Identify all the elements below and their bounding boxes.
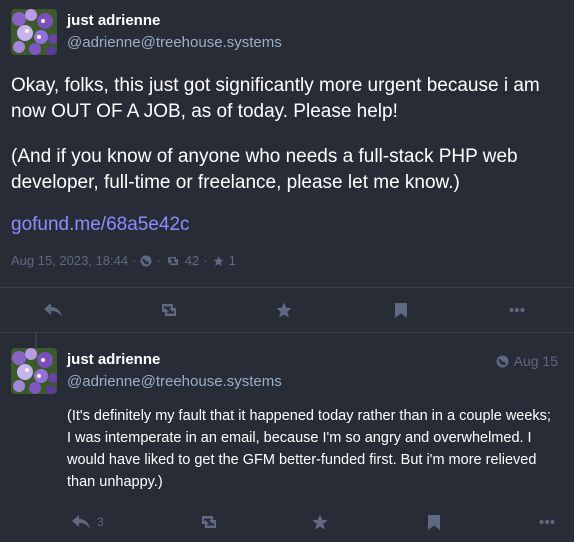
more-button[interactable] (539, 502, 555, 542)
bookmark-button[interactable] (427, 502, 441, 542)
globe-icon (140, 255, 152, 267)
boost-icon (162, 304, 176, 316)
reply-button[interactable] (43, 290, 63, 330)
thread-line (35, 333, 37, 347)
reply-icon (72, 515, 90, 529)
avatar-flowers-image (11, 9, 57, 55)
favourite-button[interactable] (311, 502, 329, 542)
timestamp[interactable]: Aug 15, 2023, 18:44 (11, 253, 128, 268)
divider (0, 287, 574, 288)
reply-icon (44, 303, 62, 317)
boost-button[interactable] (198, 502, 220, 542)
boost-button[interactable] (158, 290, 180, 330)
favourite-count[interactable]: 1 (229, 253, 236, 268)
status-meta: Aug 15, 2023, 18:44 · · 42 · 1 (11, 253, 236, 268)
main-action-bar (0, 290, 574, 330)
avatar[interactable] (11, 9, 57, 55)
separator: · (203, 253, 208, 268)
reply-action-bar: 3 (0, 502, 574, 542)
star-icon (276, 302, 292, 318)
divider (0, 332, 574, 333)
reply-count: 3 (97, 515, 104, 529)
account-handle[interactable]: @adrienne@treehouse.systems (67, 34, 282, 51)
separator: · (132, 253, 137, 268)
boost-count[interactable]: 42 (185, 253, 199, 268)
main-status: just adrienne @adrienne@treehouse.system… (0, 0, 574, 332)
boost-icon (165, 255, 181, 267)
reply-date: Aug 15 (513, 353, 558, 369)
star-icon (312, 514, 328, 530)
star-icon (212, 255, 225, 267)
status-paragraph-2: (And if you know of anyone who needs a f… (11, 146, 518, 193)
bookmark-button[interactable] (394, 290, 408, 330)
display-name[interactable]: just adrienne (67, 351, 160, 368)
avatar[interactable] (11, 348, 57, 394)
account-handle[interactable]: @adrienne@treehouse.systems (67, 373, 282, 390)
separator: · (156, 253, 161, 268)
display-name[interactable]: just adrienne (67, 12, 160, 29)
boost-icon (202, 516, 216, 528)
gofundme-link[interactable]: gofund.me/68a5e42c (11, 214, 190, 236)
globe-icon (496, 355, 509, 367)
status-paragraph-1: Okay, folks, this just got significantly… (11, 75, 540, 122)
bookmark-icon (395, 302, 407, 318)
avatar-flowers-image (11, 348, 57, 394)
favourite-button[interactable] (275, 290, 293, 330)
bookmark-icon (428, 514, 440, 530)
ellipsis-icon (539, 520, 555, 524)
reply-text: (It's definitely my fault that it happen… (67, 408, 551, 490)
reply-date-link[interactable]: Aug 15 (496, 353, 558, 369)
ellipsis-icon (509, 308, 525, 312)
reply-button[interactable]: 3 (71, 502, 104, 542)
more-button[interactable] (509, 290, 525, 330)
